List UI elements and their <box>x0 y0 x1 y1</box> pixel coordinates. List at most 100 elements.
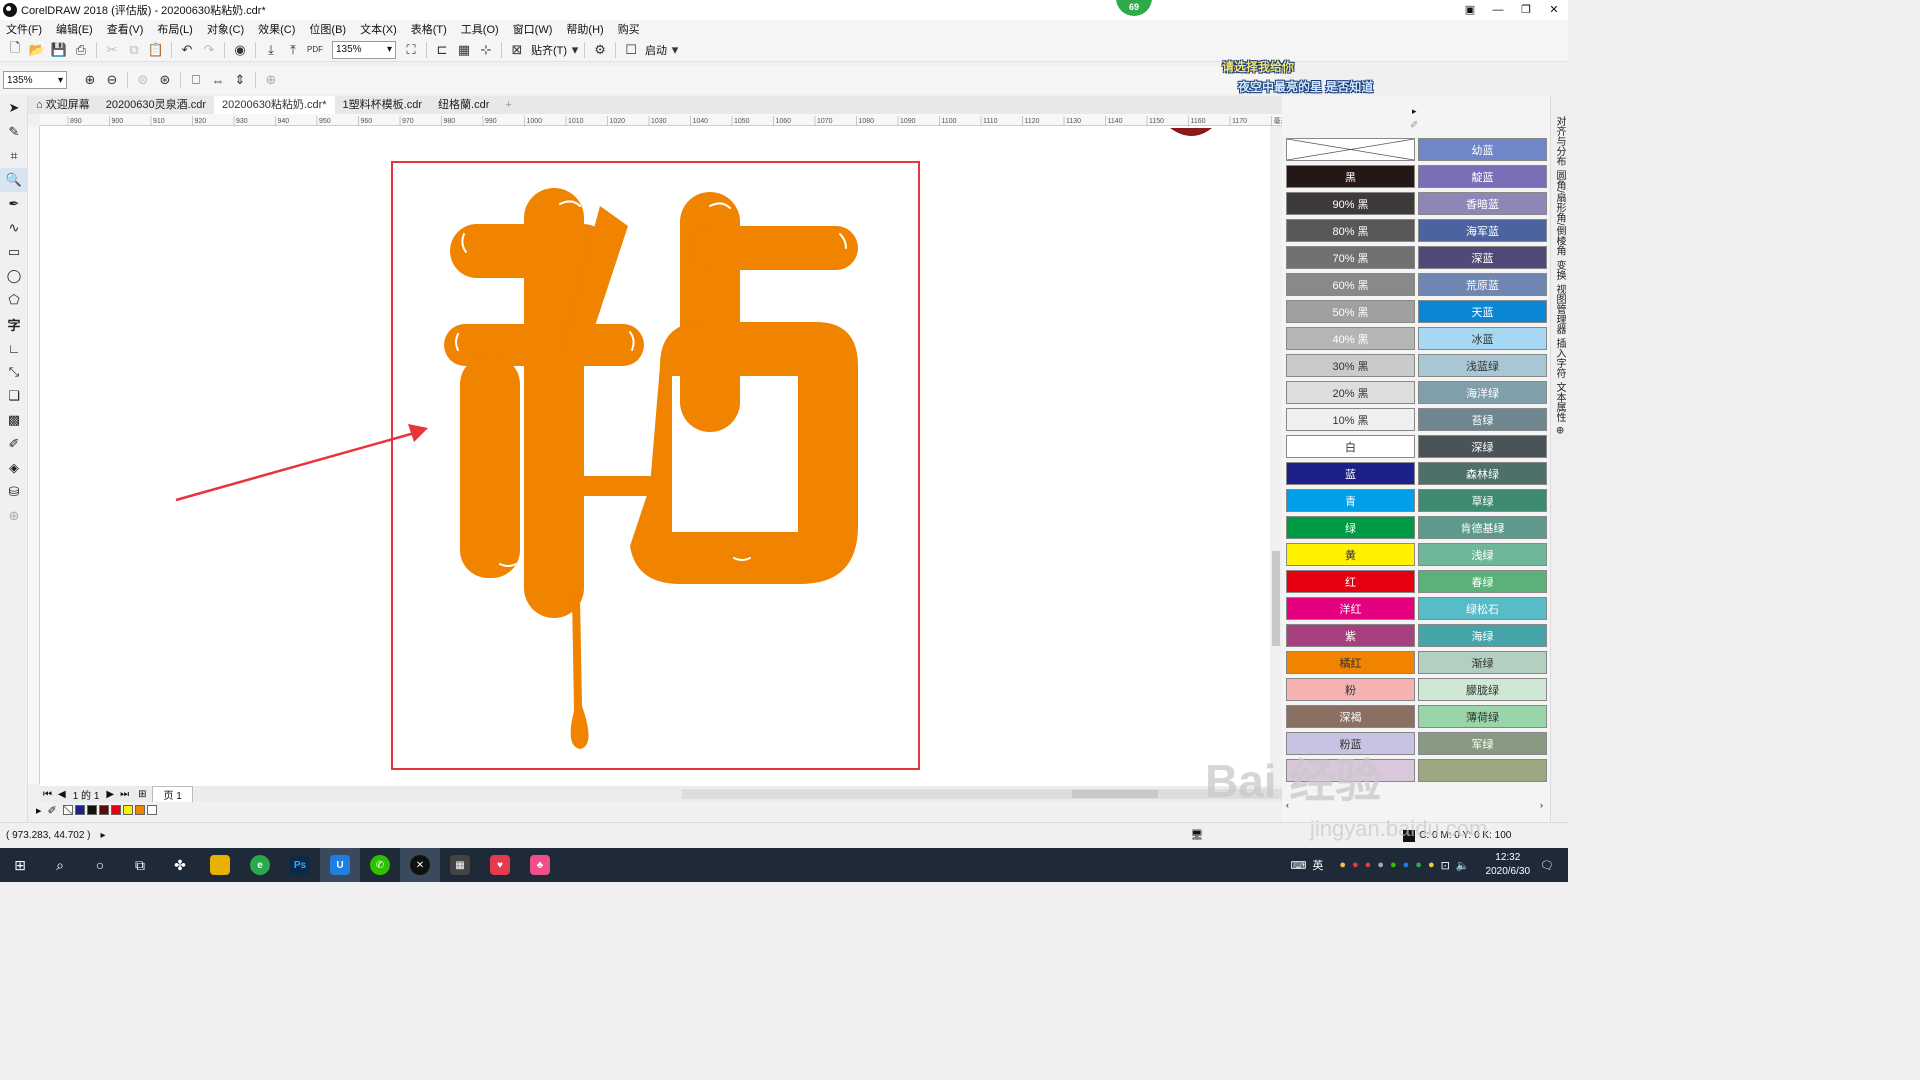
clock[interactable]: 12:32 2020/6/30 <box>1486 851 1531 879</box>
import-icon[interactable]: ⤓ <box>260 40 282 60</box>
copy-icon[interactable]: ⧉ <box>123 40 145 60</box>
palette-swatch[interactable]: 荒原蓝 <box>1418 273 1547 296</box>
eyedropper-icon[interactable]: ✐ <box>48 804 57 817</box>
palette-swatch[interactable]: 天蓝 <box>1418 300 1547 323</box>
cut-icon[interactable]: ✂ <box>101 40 123 60</box>
menu-file[interactable]: 文件(F) <box>6 21 42 37</box>
palette-swatch[interactable]: 海军蓝 <box>1418 219 1547 242</box>
menu-view[interactable]: 查看(V) <box>107 21 144 37</box>
palette-menu-arrow-icon[interactable]: ▸ <box>1412 106 1417 117</box>
pdf-icon[interactable]: PDF <box>304 40 326 60</box>
save-icon[interactable]: 💾 <box>48 40 70 60</box>
zoom-out-icon[interactable]: ⊖ <box>101 70 123 90</box>
color-proof-icon[interactable]: 🖥 <box>1191 830 1204 841</box>
palette-swatch[interactable]: 紫 <box>1286 624 1415 647</box>
page-tab[interactable]: 页 1 <box>152 785 193 803</box>
tab-document[interactable]: 20200630灵泉酒.cdr <box>98 96 214 114</box>
paste-icon[interactable]: 📋 <box>145 40 167 60</box>
tray-app-icon[interactable]: ● <box>1390 859 1397 871</box>
palette-swatch[interactable]: 海洋绿 <box>1418 381 1547 404</box>
menu-table[interactable]: 表格(T) <box>411 21 447 37</box>
palette-swatch[interactable]: 黑 <box>1286 165 1415 188</box>
zoom-to-page-icon[interactable]: ⎕ <box>185 70 207 90</box>
menu-layout[interactable]: 布局(L) <box>157 21 192 37</box>
freehand-tool-icon[interactable]: ✒ <box>0 192 28 216</box>
rectangle-tool-icon[interactable]: ▭ <box>0 240 28 264</box>
add-icon[interactable]: ⊕ <box>260 70 282 90</box>
palette-swatch[interactable]: 草绿 <box>1418 489 1547 512</box>
palette-swatch[interactable]: 90% 黑 <box>1286 192 1415 215</box>
first-page-icon[interactable]: ⏮ <box>43 789 52 800</box>
docker-tab-view-manager[interactable]: 视图管理器 <box>1552 284 1567 334</box>
show-rulers-icon[interactable]: ⊏ <box>431 40 453 60</box>
palette-swatch[interactable]: 橘红 <box>1286 651 1415 674</box>
glyph-nian[interactable] <box>444 188 858 749</box>
menu-bitmaps[interactable]: 位图(B) <box>309 21 346 37</box>
tray-app-icon[interactable]: ● <box>1339 859 1346 871</box>
menu-help[interactable]: 帮助(H) <box>566 21 603 37</box>
tray-app-icon[interactable]: ● <box>1428 859 1435 871</box>
transparency-tool-icon[interactable]: ▩ <box>0 408 28 432</box>
drawing-canvas[interactable] <box>40 126 1270 786</box>
palette-swatch[interactable]: 40% 黑 <box>1286 327 1415 350</box>
partial-red-object[interactable] <box>1170 128 1212 136</box>
horizontal-scrollbar[interactable] <box>682 789 1282 799</box>
volume-icon[interactable]: 🔈 <box>1456 859 1470 872</box>
tray-app-icon[interactable]: ● <box>1377 859 1384 871</box>
new-document-icon[interactable]: 🗋 <box>4 40 26 60</box>
color-swatch[interactable] <box>134 805 145 815</box>
ellipse-tool-icon[interactable]: ◯ <box>0 264 28 288</box>
palette-swatch[interactable]: 冰蓝 <box>1418 327 1547 350</box>
zoom-in-icon[interactable]: ⊕ <box>79 70 101 90</box>
palette-swatch[interactable]: 肯德基绿 <box>1418 516 1547 539</box>
scrollbar-thumb[interactable] <box>1072 790 1158 798</box>
action-center-icon[interactable]: 🗨 <box>1540 859 1554 872</box>
coreldraw-taskbar-icon[interactable]: ✕ <box>400 848 440 882</box>
eyedropper-tool-icon[interactable]: ✐ <box>0 432 28 456</box>
show-grid-icon[interactable]: ▦ <box>453 40 475 60</box>
close-button[interactable]: ✕ <box>1540 0 1568 20</box>
palette-swatch[interactable]: 红 <box>1286 570 1415 593</box>
search-icon[interactable]: ⌕ <box>40 848 80 882</box>
palette-swatch[interactable]: 海绿 <box>1418 624 1547 647</box>
palette-swatch[interactable]: 幼蓝 <box>1418 138 1547 161</box>
palette-swatch[interactable]: 20% 黑 <box>1286 381 1415 404</box>
zoom-to-all-objects-icon[interactable]: ⊛ <box>154 70 176 90</box>
chevron-down-icon[interactable]: ▾ <box>570 40 580 60</box>
ime-indicator[interactable]: 英 <box>1312 857 1323 873</box>
color-swatch[interactable] <box>122 805 133 815</box>
zoom-tool-icon[interactable]: 🔍 <box>0 168 28 192</box>
palette-swatch[interactable]: 朦胧绿 <box>1418 678 1547 701</box>
windows-start-icon[interactable]: ⊞ <box>0 848 40 882</box>
cortana-icon[interactable]: ○ <box>80 848 120 882</box>
palette-swatch[interactable]: 蓝 <box>1286 462 1415 485</box>
open-folder-icon[interactable]: 📂 <box>26 40 48 60</box>
new-tab-icon[interactable]: + <box>497 96 519 114</box>
crop-tool-icon[interactable]: ⌗ <box>0 144 28 168</box>
restore-button[interactable]: ❐ <box>1512 0 1540 20</box>
scrollbar-thumb[interactable] <box>1272 551 1280 646</box>
color-swatch[interactable] <box>98 805 109 815</box>
next-page-icon[interactable]: ▶ <box>106 789 114 800</box>
palette-scroll-right-icon[interactable]: › <box>1540 800 1543 810</box>
menu-buy[interactable]: 购买 <box>618 21 640 37</box>
palette-swatch[interactable]: 30% 黑 <box>1286 354 1415 377</box>
status-arrow-icon[interactable]: ▸ <box>101 830 106 841</box>
palette-swatch[interactable]: 森林绿 <box>1418 462 1547 485</box>
palette-swatch[interactable]: 绿松石 <box>1418 597 1547 620</box>
docker-tab-corners[interactable]: 圆角/扇形角/倒棱角 <box>1552 170 1567 256</box>
horizontal-ruler[interactable]: 890 900 910 920 930 940 950 960 970 980 990 1000 101… <box>40 114 1288 126</box>
red-app-icon[interactable]: ♥ <box>480 848 520 882</box>
palette-arrow-icon[interactable]: ▸ <box>36 804 42 817</box>
connector-tool-icon[interactable]: ⤡ <box>0 360 28 384</box>
palette-swatch[interactable]: 粉 <box>1286 678 1415 701</box>
color-swatch[interactable] <box>110 805 121 815</box>
palette-swatch[interactable]: 军绿 <box>1418 732 1547 755</box>
options-gear-icon[interactable]: ⚙ <box>589 40 611 60</box>
minimize-button[interactable]: — <box>1484 0 1512 20</box>
zoom-to-page-height-icon[interactable]: ⇕ <box>229 70 251 90</box>
tray-app-icon[interactable]: ● <box>1403 859 1410 871</box>
drop-shadow-tool-icon[interactable]: ❏ <box>0 384 28 408</box>
show-guidelines-icon[interactable]: ⊹ <box>475 40 497 60</box>
palette-swatch[interactable]: 黄 <box>1286 543 1415 566</box>
